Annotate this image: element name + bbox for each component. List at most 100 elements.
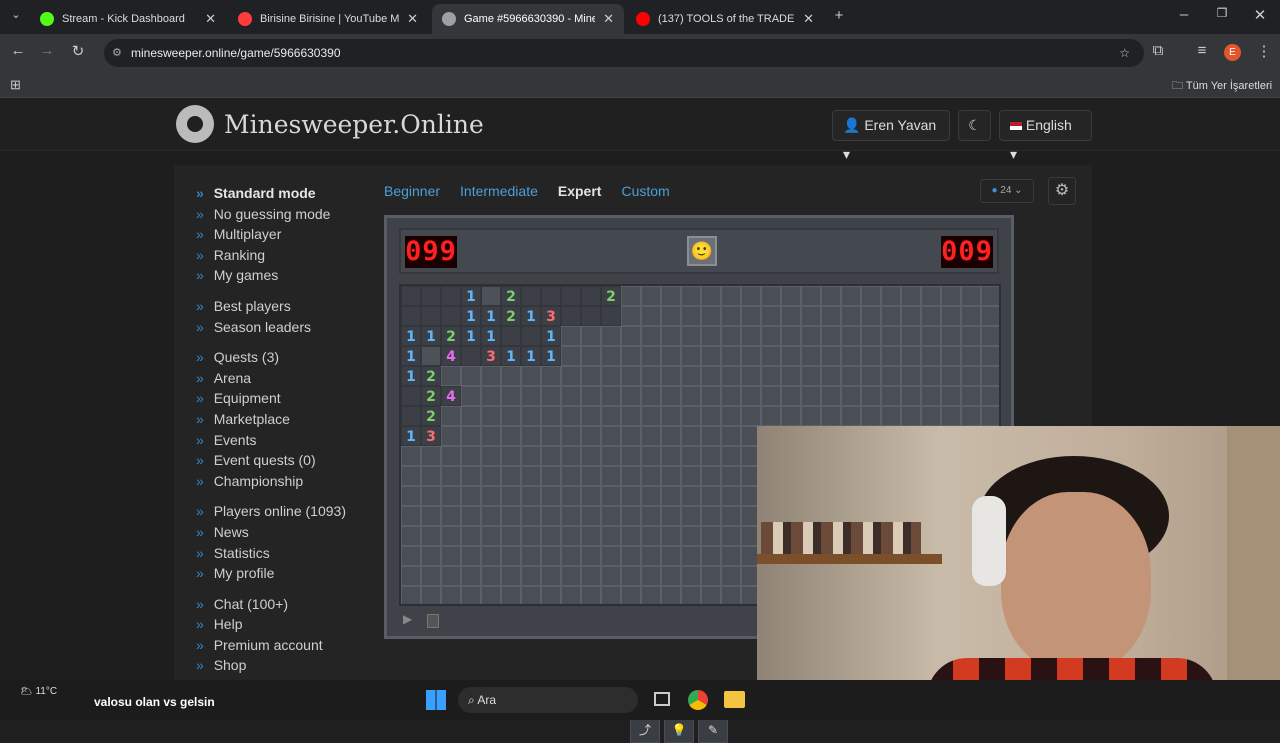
hidden-cell[interactable] [621,426,641,446]
hidden-cell[interactable] [921,306,941,326]
hidden-cell[interactable] [481,386,501,406]
revealed-cell[interactable] [421,286,441,306]
revealed-cell[interactable] [521,326,541,346]
hidden-cell[interactable] [681,386,701,406]
revealed-cell[interactable] [401,286,421,306]
hidden-cell[interactable] [721,486,741,506]
hidden-cell[interactable] [441,506,461,526]
hidden-cell[interactable] [681,406,701,426]
hidden-cell[interactable] [441,426,461,446]
hidden-cell[interactable] [661,586,681,606]
hidden-cell[interactable] [661,526,681,546]
hidden-cell[interactable] [401,486,421,506]
hidden-cell[interactable] [481,586,501,606]
hidden-cell[interactable] [441,586,461,606]
sidebar-item[interactable]: Ranking [196,245,346,266]
sidebar-item[interactable]: Season leaders [196,317,346,338]
site-logo[interactable]: Minesweeper.Online [176,105,484,143]
hidden-cell[interactable] [781,326,801,346]
weather-widget[interactable]: 🌥 11°C [20,686,57,697]
hidden-cell[interactable] [981,406,1001,426]
hidden-cell[interactable] [981,346,1001,366]
task-view-icon[interactable] [654,692,670,706]
hidden-cell[interactable] [501,486,521,506]
hidden-cell[interactable] [441,526,461,546]
hidden-cell[interactable] [741,346,761,366]
hidden-cell[interactable] [421,526,441,546]
hidden-cell[interactable] [781,366,801,386]
dark-mode-toggle[interactable]: ☾ [958,110,991,141]
revealed-cell[interactable] [421,346,441,366]
hidden-cell[interactable] [441,446,461,466]
hidden-cell[interactable] [481,546,501,566]
close-tab-icon[interactable]: ✕ [603,11,614,27]
hidden-cell[interactable] [861,386,881,406]
menu-icon[interactable]: ⋮ [1254,42,1274,60]
site-info-icon[interactable]: ⚙ [112,39,122,67]
hidden-cell[interactable] [821,286,841,306]
hidden-cell[interactable] [781,306,801,326]
hidden-cell[interactable] [661,386,681,406]
revealed-cell[interactable] [421,306,441,326]
hidden-cell[interactable] [721,326,741,346]
hidden-cell[interactable] [721,546,741,566]
revealed-cell[interactable] [581,286,601,306]
hidden-cell[interactable] [541,486,561,506]
hidden-cell[interactable] [501,426,521,446]
hidden-cell[interactable] [561,486,581,506]
hidden-cell[interactable] [861,326,881,346]
minimize-button[interactable]: – [1174,6,1194,23]
hidden-cell[interactable] [981,326,1001,346]
hidden-cell[interactable] [621,566,641,586]
sidebar-item[interactable]: Event quests (0) [196,450,346,471]
hidden-cell[interactable] [601,446,621,466]
hidden-cell[interactable] [641,526,661,546]
hidden-cell[interactable] [841,326,861,346]
hidden-cell[interactable] [681,486,701,506]
play-icon[interactable]: ▶ [403,612,412,626]
hidden-cell[interactable] [761,366,781,386]
hidden-cell[interactable] [961,366,981,386]
hidden-cell[interactable] [621,346,641,366]
hidden-cell[interactable] [921,326,941,346]
hidden-cell[interactable] [421,506,441,526]
sidebar-item[interactable]: No guessing mode [196,204,346,225]
hidden-cell[interactable] [781,346,801,366]
hidden-cell[interactable] [781,286,801,306]
hidden-cell[interactable] [561,446,581,466]
hidden-cell[interactable] [621,386,641,406]
hidden-cell[interactable] [761,306,781,326]
hidden-cell[interactable] [581,366,601,386]
hidden-cell[interactable] [881,346,901,366]
hidden-cell[interactable] [601,506,621,526]
hidden-cell[interactable] [621,466,641,486]
replay-slider-handle[interactable] [427,614,439,628]
edit-icon[interactable]: ✎ [698,717,728,743]
hidden-cell[interactable] [941,306,961,326]
hidden-cell[interactable] [981,366,1001,386]
hidden-cell[interactable] [941,386,961,406]
hidden-cell[interactable] [501,586,521,606]
revealed-cell[interactable] [461,346,481,366]
revealed-cell[interactable] [601,306,621,326]
hidden-cell[interactable] [981,386,1001,406]
hidden-cell[interactable] [461,526,481,546]
sidebar-item[interactable]: Premium account [196,635,346,656]
hidden-cell[interactable] [801,346,821,366]
hidden-cell[interactable] [401,526,421,546]
hidden-cell[interactable] [401,466,421,486]
hidden-cell[interactable] [441,366,461,386]
hidden-cell[interactable] [821,386,841,406]
reset-smiley-button[interactable]: 🙂 [687,236,717,266]
hidden-cell[interactable] [481,466,501,486]
hidden-cell[interactable] [521,566,541,586]
browser-tab[interactable]: (137) TOOLS of the TRADE: How... ✕ [626,4,824,34]
hidden-cell[interactable] [661,286,681,306]
user-menu-button[interactable]: 👤 Eren Yavan ▾ [832,110,950,162]
hidden-cell[interactable] [721,586,741,606]
hidden-cell[interactable] [581,466,601,486]
hidden-cell[interactable] [881,366,901,386]
star-icon[interactable]: ☆ [1119,39,1130,67]
hidden-cell[interactable] [941,346,961,366]
hidden-cell[interactable] [841,306,861,326]
